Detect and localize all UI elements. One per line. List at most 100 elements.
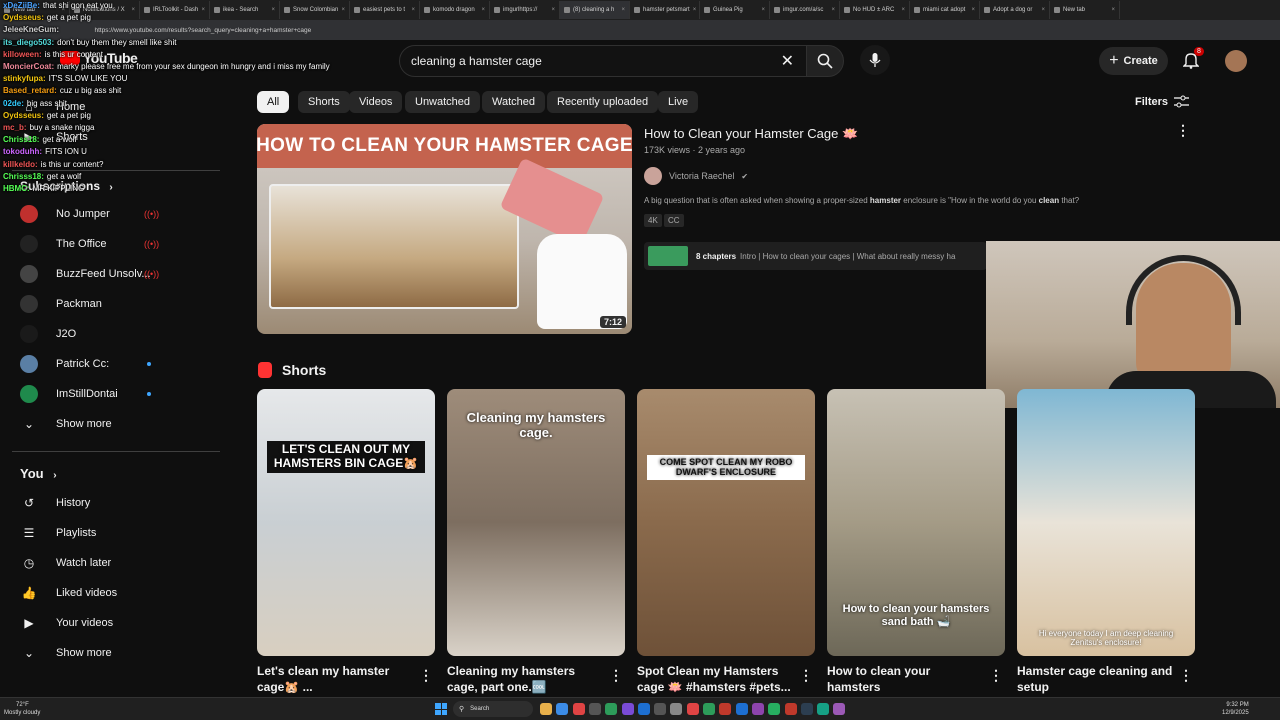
short-title[interactable]: Spot Clean my Hamsters cage 🪷 #hamsters #…	[637, 663, 797, 695]
sidebar-subscription[interactable]: The Office ((•))	[0, 229, 230, 259]
taskbar-app-icon[interactable]	[751, 703, 764, 715]
sidebar-subscription[interactable]: No Jumper ((•))	[0, 199, 230, 229]
browser-tab[interactable]: Adopt a dog or ×	[980, 1, 1050, 19]
taskbar-app-icon[interactable]	[654, 703, 667, 715]
taskbar-search[interactable]: ⚲ Search	[453, 701, 533, 717]
short-thumbnail[interactable]: LET'S CLEAN OUT MY HAMSTERS BIN CAGE🐹	[257, 389, 435, 656]
chip-all[interactable]: All	[257, 91, 290, 113]
sidebar-subscription[interactable]: J2O	[0, 319, 230, 349]
browser-tab[interactable]: New tab ×	[1050, 1, 1120, 19]
close-tab-icon[interactable]: ×	[341, 7, 345, 13]
search-button[interactable]	[806, 45, 844, 77]
close-tab-icon[interactable]: ×	[621, 7, 625, 13]
browser-tab[interactable]: miami cat adopt ×	[910, 1, 980, 19]
short-thumbnail[interactable]: Cleaning my hamsters cage.	[447, 389, 625, 656]
browser-tab[interactable]: Guinea Pig ×	[700, 1, 770, 19]
chip-videos[interactable]: Videos	[349, 91, 403, 113]
short-title[interactable]: Let's clean my hamster cage🐹 ...	[257, 663, 417, 695]
close-tab-icon[interactable]: ×	[131, 7, 135, 13]
url-text[interactable]: https://www.youtube.com/results?search_q…	[94, 27, 311, 34]
short-thumbnail[interactable]: Hi everyone today I am deep cleaning Zen…	[1017, 389, 1195, 656]
start-button[interactable]	[435, 703, 447, 715]
weather-widget[interactable]: 72°F Mostly cloudy	[4, 701, 40, 717]
browser-tab[interactable]: easiest pets to t ×	[350, 1, 420, 19]
short-title[interactable]: Cleaning my hamsters cage, part one.🆒	[447, 663, 607, 695]
browser-tab[interactable]: (8) cleaning a h ×	[560, 1, 630, 19]
taskbar-app-icon[interactable]	[621, 703, 634, 715]
taskbar-app-icon[interactable]	[703, 703, 715, 715]
taskbar-app-icon[interactable]	[735, 703, 748, 715]
short-more-actions-icon[interactable]: ⋮	[1179, 667, 1193, 684]
taskbar-app-icon[interactable]	[719, 703, 732, 715]
short-title[interactable]: Hamster cage cleaning and setup	[1017, 663, 1177, 695]
browser-tab[interactable]: Snow Colombian ×	[280, 1, 350, 19]
short-thumbnail[interactable]: How to clean your hamsters sand bath 🛁	[827, 389, 1005, 656]
browser-tab[interactable]: komodo dragon ×	[420, 1, 490, 19]
clear-search-icon[interactable]: ✕	[781, 51, 794, 71]
short-more-actions-icon[interactable]: ⋮	[989, 667, 1003, 684]
taskbar-app-icon[interactable]	[768, 703, 781, 715]
video-thumbnail[interactable]: HOW TO CLEAN YOUR HAMSTER CAGE 7:12	[257, 124, 632, 334]
show-more-subscriptions[interactable]: ⌄ Show more	[0, 409, 230, 439]
taskbar-app-icon[interactable]	[588, 703, 601, 715]
taskbar-app-icon[interactable]	[556, 703, 569, 715]
sidebar-item-your-videos[interactable]: ▶ Your videos	[0, 608, 230, 638]
short-thumbnail[interactable]: COME SPOT CLEAN MY ROBO DWARF'S ENCLOSUR…	[637, 389, 815, 656]
sidebar-item-history[interactable]: ↺ History	[0, 488, 230, 518]
taskbar-app-icon[interactable]	[833, 703, 846, 715]
browser-tab[interactable]: IRLToolkit - Dash ×	[140, 1, 210, 19]
sidebar-item-liked-videos[interactable]: 👍 Liked videos	[0, 578, 230, 608]
close-tab-icon[interactable]: ×	[971, 7, 975, 13]
filters-button[interactable]: Filters	[1135, 95, 1190, 108]
close-tab-icon[interactable]: ×	[551, 7, 555, 13]
show-more-you[interactable]: ⌄ Show more	[0, 638, 230, 668]
short-more-actions-icon[interactable]: ⋮	[799, 667, 813, 684]
taskbar-app-icon[interactable]	[540, 703, 552, 715]
video-title[interactable]: How to Clean your Hamster Cage 🪷	[644, 126, 858, 142]
close-tab-icon[interactable]: ×	[1111, 7, 1115, 13]
chapters-bar[interactable]: 8 chapters Intro | How to clean your cag…	[644, 242, 987, 270]
taskbar-app-icon[interactable]	[572, 703, 585, 715]
close-tab-icon[interactable]: ×	[411, 7, 415, 13]
close-tab-icon[interactable]: ×	[693, 7, 697, 13]
create-button[interactable]: + Create	[1099, 47, 1168, 75]
taskbar-app-icon[interactable]	[817, 703, 830, 715]
sidebar-subscription[interactable]: BuzzFeed Unsolv... ((•))	[0, 259, 230, 289]
close-tab-icon[interactable]: ×	[831, 7, 835, 13]
chip-watched[interactable]: Watched	[482, 91, 546, 113]
browser-tab[interactable]: ikea - Search ×	[210, 1, 280, 19]
browser-tab[interactable]: hamster petsmart ×	[630, 1, 700, 19]
channel-link[interactable]: Victoria Raechel ✔	[644, 167, 748, 185]
sidebar-subscription[interactable]: Packman	[0, 289, 230, 319]
taskbar-app-icon[interactable]	[800, 703, 813, 715]
browser-tab[interactable]: imgurlhttps://×	[490, 1, 560, 19]
taskbar-app-icon[interactable]	[670, 703, 683, 715]
sidebar-subscription[interactable]: ImStillDontai	[0, 379, 230, 409]
video-more-actions-icon[interactable]: ⋮	[1176, 122, 1190, 139]
taskbar-app-icon[interactable]	[784, 703, 797, 715]
short-more-actions-icon[interactable]: ⋮	[419, 667, 433, 684]
close-tab-icon[interactable]: ×	[271, 7, 275, 13]
short-more-actions-icon[interactable]: ⋮	[609, 667, 623, 684]
chip-recently-uploaded[interactable]: Recently uploaded	[547, 91, 659, 113]
voice-search-button[interactable]	[860, 45, 890, 75]
chip-unwatched[interactable]: Unwatched	[405, 91, 481, 113]
notifications-button[interactable]: 8	[1182, 47, 1204, 74]
sidebar-item-watch-later[interactable]: ◷ Watch later	[0, 548, 230, 578]
browser-tab[interactable]: imgur.com/a/sc ×	[770, 1, 840, 19]
chip-shorts[interactable]: Shorts	[298, 91, 350, 113]
search-input[interactable]: cleaning a hamster cage ✕	[399, 45, 809, 77]
taskbar-app-icon[interactable]	[686, 703, 699, 715]
account-avatar[interactable]	[1225, 50, 1247, 72]
close-tab-icon[interactable]: ×	[481, 7, 485, 13]
close-tab-icon[interactable]: ×	[1041, 7, 1045, 13]
sidebar-subscription[interactable]: Patrick Cc:	[0, 349, 230, 379]
close-tab-icon[interactable]: ×	[901, 7, 905, 13]
browser-tab[interactable]: No HUD ± ARC ×	[840, 1, 910, 19]
address-bar[interactable]: ← → ↻ https://www.youtube.com/results?se…	[0, 20, 1280, 40]
system-clock[interactable]: 9:32 PM 12/9/2025	[1222, 701, 1249, 717]
chip-live[interactable]: Live	[658, 91, 699, 113]
close-tab-icon[interactable]: ×	[201, 7, 205, 13]
taskbar-app-icon[interactable]	[637, 703, 650, 715]
taskbar-app-icon[interactable]	[605, 703, 618, 715]
